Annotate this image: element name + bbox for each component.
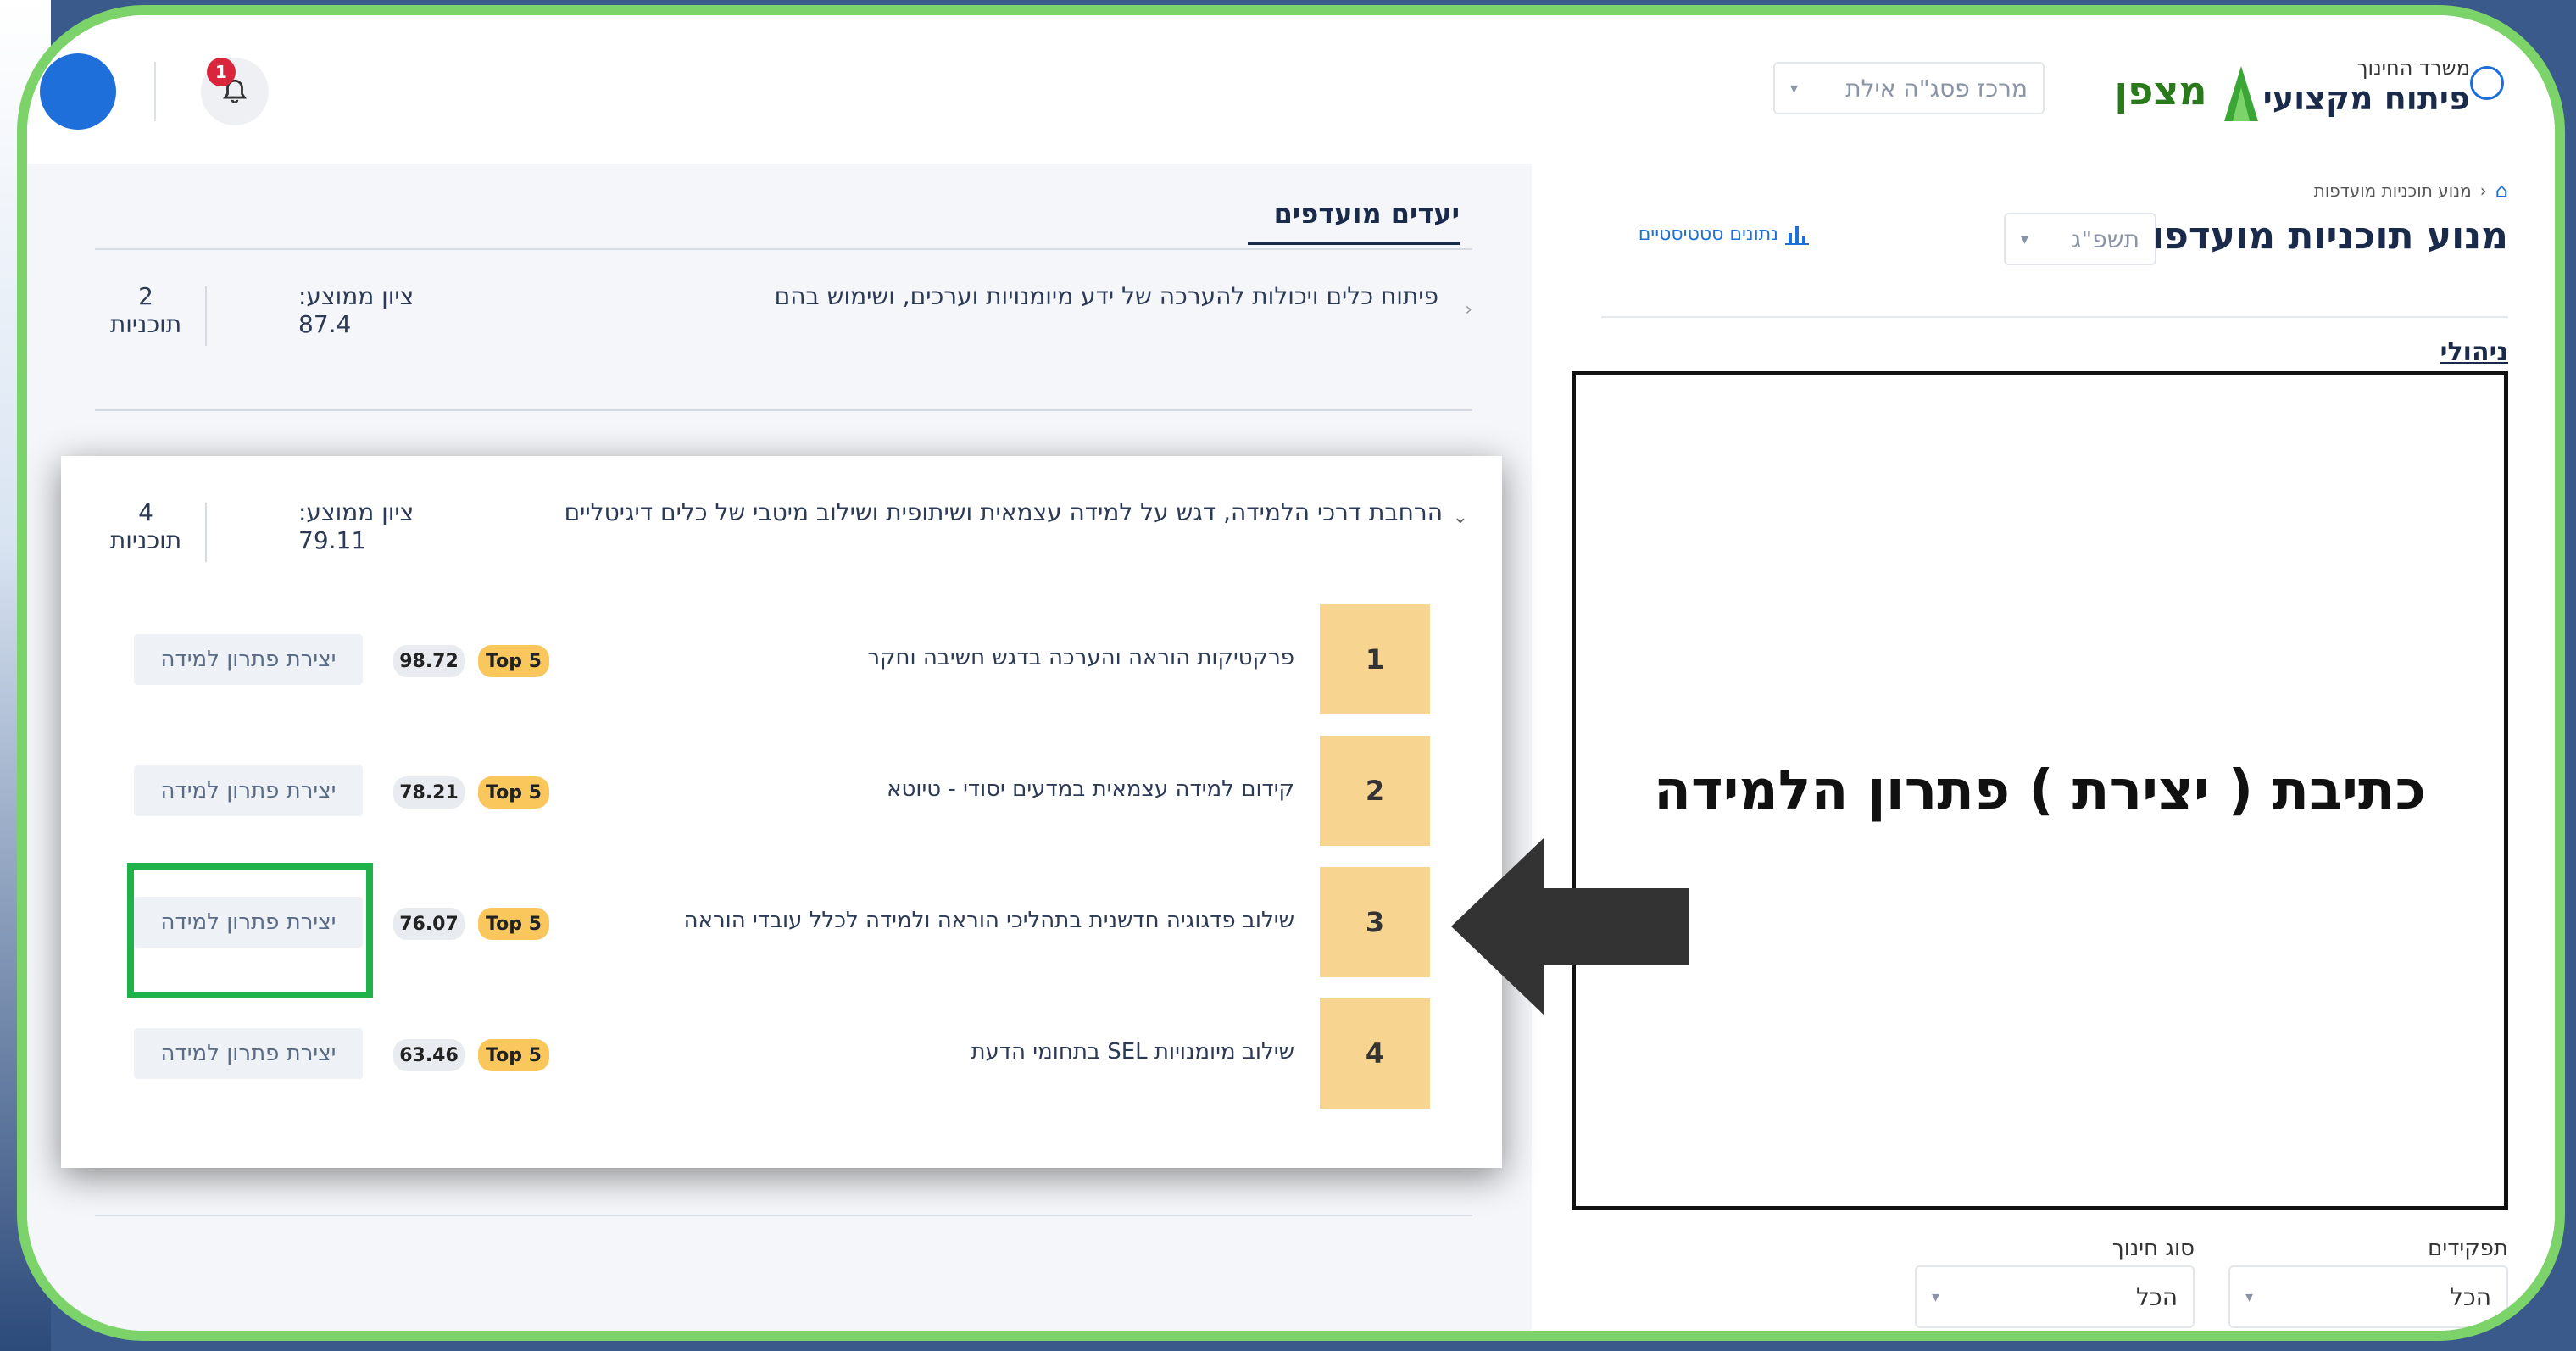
create-learning-solution-button[interactable]: יצירת פתרון למידה	[134, 634, 363, 685]
goal-title: הרחבת דרכי הלמידה, דגש על למידה עצמאית ו…	[564, 498, 1443, 526]
user-avatar[interactable]	[40, 53, 116, 130]
program-name: שילוב פדגוגיה חדשנית בתהליכי הוראה ולמיד…	[683, 908, 1294, 933]
avg-value: 87.4	[298, 310, 352, 338]
count-value: 2	[138, 282, 153, 310]
annotation-box: כתיבת ( יצירת ) פתרון הלמידה	[1572, 371, 2508, 1210]
center-select[interactable]: מרכז פסג"ה אילת ▾	[1773, 62, 2045, 114]
annotation-text: כתיבת ( יצירת ) פתרון הלמידה	[1654, 759, 2426, 822]
program-name: פרקטיקות הוראה והערכה בדגש חשיבה וחקר	[867, 645, 1294, 670]
program-row: 4 שילוב מיומנויות SEL בתחומי הדעת Top 5 …	[103, 998, 1430, 1109]
arrow-left-icon	[1451, 837, 1689, 1015]
divider	[95, 248, 1472, 250]
program-row: 2 קידום למידה עצמאית במדעים יסודי - טיוט…	[103, 736, 1430, 846]
goal-count: 2 תוכניות	[95, 282, 197, 338]
chevron-down-icon: ▾	[2021, 230, 2029, 248]
divider	[95, 1215, 1472, 1216]
chevron-down-icon: ▾	[1790, 79, 1799, 97]
ministry-name: משרד החינוך	[2356, 56, 2470, 80]
create-learning-solution-button[interactable]: יצירת פתרון למידה	[134, 1028, 363, 1079]
logo-text: מצפן	[2114, 68, 2207, 114]
count-label: תוכניות	[109, 310, 182, 338]
divider	[205, 286, 207, 346]
year-select-value: תשפ"ג	[2071, 225, 2139, 253]
education-type-select-value: הכל	[2135, 1282, 2178, 1311]
stats-link-label: נתונים סטטיסטיים	[1638, 223, 1778, 245]
goal-title: פיתוח כלים ויכולות להערכה של ידע מיומנוי…	[774, 282, 1438, 310]
chevron-down-icon: ▾	[2245, 1287, 2254, 1306]
goal-average: ציון ממוצע: 79.11	[298, 498, 434, 554]
goal-row-collapsed[interactable]: ‹ פיתוח כלים ויכולות להערכה של ידע מיומנ…	[95, 282, 1472, 367]
breadcrumb-current: מנוע תוכניות מועדפות	[2313, 181, 2472, 201]
chevron-down-icon: ⌄	[1452, 507, 1468, 528]
score-badge: 98.72	[393, 645, 465, 677]
avg-value: 79.11	[298, 526, 367, 554]
app-switch-icon[interactable]	[2470, 66, 2504, 100]
goal-row-expanded[interactable]: ⌄ הרחבת דרכי הלמידה, דגש על למידה עצמאית…	[95, 498, 1468, 566]
tab-preferred-goals[interactable]: יעדים מועדפים	[1248, 197, 1460, 245]
divider	[1601, 316, 2508, 318]
roles-filter-label: תפקידים	[2428, 1236, 2508, 1261]
center-select-value: מרכז פסג"ה אילת	[1845, 74, 2028, 103]
stats-link[interactable]: נתונים סטטיסטיים	[1639, 223, 1809, 245]
top5-badge: Top 5	[478, 645, 549, 677]
goal-card-expanded: ⌄ הרחבת דרכי הלמידה, דגש על למידה עצמאית…	[61, 456, 1502, 1168]
top5-badge: Top 5	[478, 776, 549, 809]
chevron-down-icon: ▾	[1932, 1287, 1940, 1306]
score-badge: 63.46	[393, 1039, 465, 1071]
goal-count: 4 תוכניות	[95, 498, 197, 554]
count-label: תוכניות	[109, 526, 182, 554]
avg-label: ציון ממוצע:	[298, 498, 414, 526]
program-rank: 4	[1320, 998, 1430, 1109]
mitzpen-logo: מצפן	[2097, 58, 2258, 129]
program-rank: 1	[1320, 604, 1430, 714]
left-panel: יעדים מועדפים ‹ פיתוח כלים ויכולות להערכ…	[27, 164, 1532, 1331]
program-row: 1 פרקטיקות הוראה והערכה בדגש חשיבה וחקר …	[103, 604, 1430, 714]
app-frame: משרד החינוך פיתוח מקצועי מצפן מרכז פסג"ה…	[17, 5, 2565, 1341]
education-type-select[interactable]: הכל ▾	[1915, 1265, 2195, 1328]
app-name: פיתוח מקצועי	[2262, 80, 2470, 117]
chevron-left-icon: ‹	[1465, 299, 1472, 320]
program-rank: 2	[1320, 736, 1430, 846]
notification-badge: 1	[207, 58, 236, 86]
create-learning-solution-button[interactable]: יצירת פתרון למידה	[134, 765, 363, 816]
goal-average: ציון ממוצע: 87.4	[298, 282, 434, 338]
right-panel: ⌂ ‹ מנוע תוכניות מועדפות מנוע תוכניות מו…	[1532, 164, 2555, 1331]
top5-badge: Top 5	[478, 1039, 549, 1071]
home-icon[interactable]: ⌂	[2495, 179, 2508, 203]
top-bar: משרד החינוך פיתוח מקצועי מצפן מרכז פסג"ה…	[27, 15, 2555, 164]
program-row: 3 שילוב פדגוגיה חדשנית בתהליכי הוראה ולמ…	[103, 863, 1430, 998]
divider	[154, 62, 156, 121]
divider	[205, 503, 207, 562]
education-type-filter-label: סוג חינוך	[2111, 1236, 2195, 1261]
score-badge: 78.21	[393, 776, 465, 809]
section-label: ניהולי	[2440, 337, 2508, 367]
program-name: שילוב מיומנויות SEL בתחומי הדעת	[971, 1039, 1294, 1065]
breadcrumb: ⌂ ‹ מנוע תוכניות מועדפות	[2314, 179, 2508, 203]
roles-select[interactable]: הכל ▾	[2228, 1265, 2508, 1328]
year-select[interactable]: תשפ"ג ▾	[2004, 213, 2156, 265]
ministry-brand: משרד החינוך פיתוח מקצועי	[2263, 56, 2470, 117]
program-name: קידום למידה עצמאית במדעים יסודי - טיוטא	[887, 776, 1294, 802]
program-rank: 3	[1320, 867, 1430, 977]
count-value: 4	[138, 498, 153, 526]
bar-chart-icon	[1785, 223, 1809, 245]
score-badge: 76.07	[393, 908, 465, 940]
breadcrumb-separator-icon: ‹	[2479, 181, 2487, 201]
divider	[95, 409, 1472, 411]
roles-select-value: הכל	[2449, 1282, 2491, 1311]
avg-label: ציון ממוצע:	[298, 282, 414, 310]
highlight-box	[127, 863, 373, 998]
page-title: מנוע תוכניות מועדפות	[2125, 214, 2508, 258]
top5-badge: Top 5	[478, 908, 549, 940]
